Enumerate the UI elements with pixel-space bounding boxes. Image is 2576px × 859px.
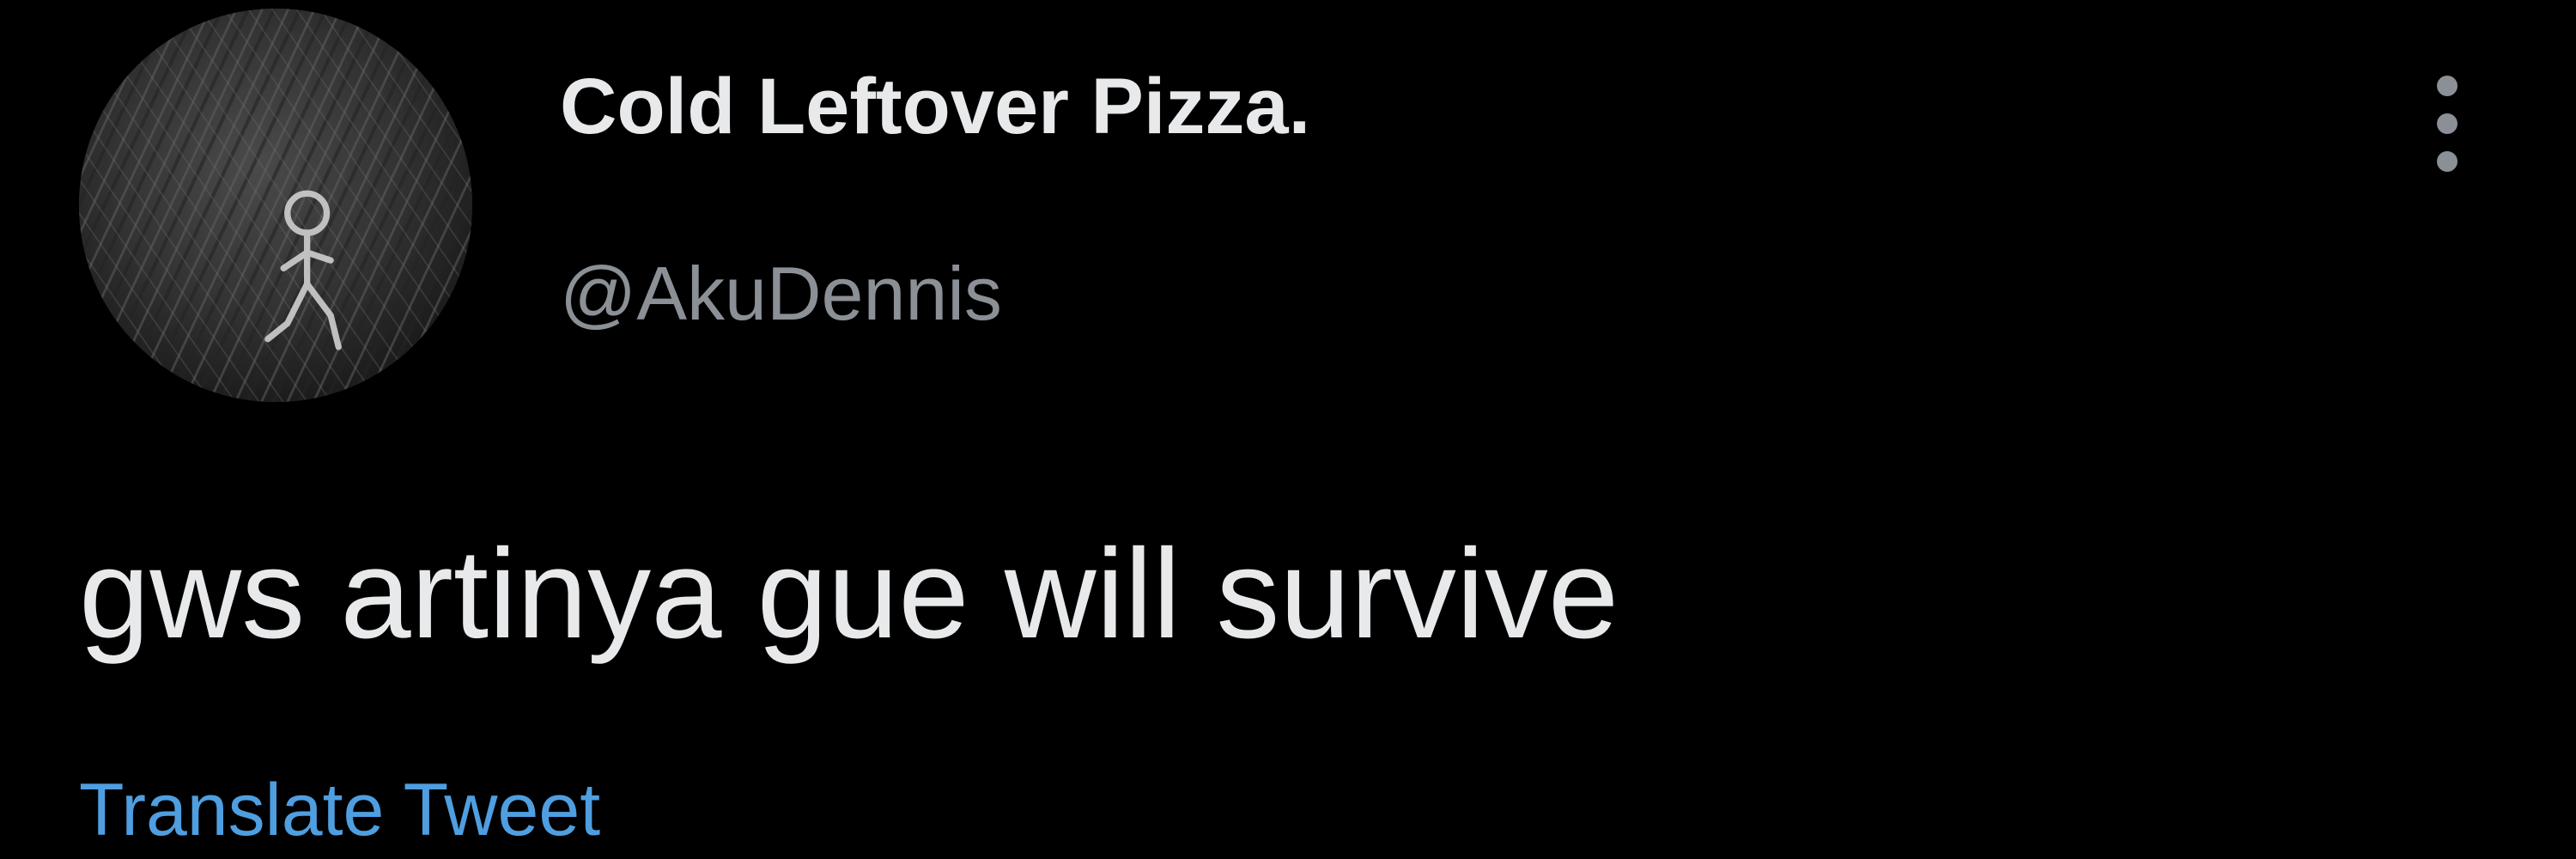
author-display-name[interactable]: Cold Leftover Pizza.	[560, 67, 1310, 146]
sketched-figure-avatar-icon	[79, 9, 472, 402]
translate-tweet-link[interactable]: Translate Tweet	[79, 773, 600, 847]
more-vertical-icon	[2437, 76, 2458, 172]
tweet-text: gws artinya gue will survive	[79, 523, 1619, 665]
more-options-button[interactable]	[2413, 69, 2482, 180]
tweet-card: Cold Leftover Pizza. @AkuDennis gws arti…	[0, 0, 2576, 859]
author-avatar[interactable]	[79, 9, 472, 402]
author-handle[interactable]: @AkuDennis	[560, 256, 1002, 332]
